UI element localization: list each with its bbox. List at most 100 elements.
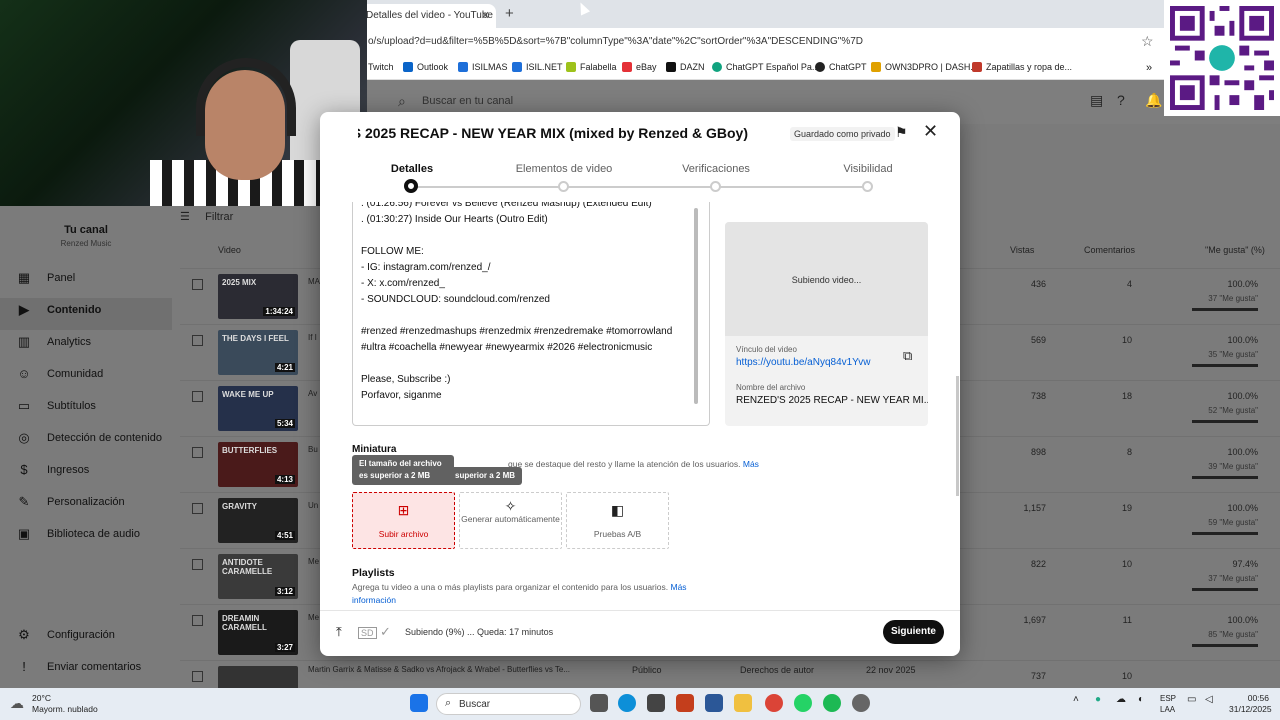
bookmark-item[interactable]: OWN3DPRO | DASH... <box>871 62 978 72</box>
bookmark-item[interactable]: Outlook <box>403 62 448 72</box>
tray-chevron-icon[interactable]: ˄ <box>1073 694 1079 705</box>
row-checkbox[interactable] <box>192 279 203 290</box>
bookmark-item[interactable]: ISILMAS <box>458 62 508 72</box>
tray-app-icon[interactable]: ◐ <box>1138 694 1144 705</box>
obs-icon[interactable] <box>852 694 870 712</box>
col-views[interactable]: Vistas <box>1010 245 1034 255</box>
video-thumbnail[interactable]: 2025 MIX 1:34:24 <box>218 274 298 319</box>
col-likes[interactable]: "Me gusta" (%) <box>1205 245 1265 255</box>
dialog-scrollbar[interactable] <box>956 376 959 496</box>
upload-file-button[interactable]: ⊞ Subir archivo <box>352 492 455 549</box>
video-title[interactable]: Av <box>308 389 317 398</box>
row-checkbox[interactable] <box>192 671 203 682</box>
browser-tab[interactable]: Detalles del video - YouTube St ✕ <box>356 4 496 28</box>
nav-biblioteca[interactable]: ▣ Biblioteca de audio <box>16 526 140 542</box>
nav-configuracion[interactable]: ⚙ Configuración <box>16 627 115 643</box>
notifications-icon[interactable]: 🔔 <box>1145 92 1162 109</box>
chrome-icon[interactable] <box>765 694 783 712</box>
video-title[interactable]: Me <box>308 613 319 622</box>
description-line: #renzed #renzedmashups #renzedmix #renze… <box>361 326 673 337</box>
ab-test-button[interactable]: ◧ Pruebas A/B <box>566 492 669 549</box>
clock[interactable]: 00:56 31/12/2025 <box>1229 693 1272 715</box>
bookmark-item[interactable]: Falabella <box>566 62 617 72</box>
close-tab-icon[interactable]: ✕ <box>481 9 490 22</box>
description-scrollbar[interactable] <box>694 208 698 404</box>
video-title[interactable]: If I <box>308 333 317 342</box>
task-view-icon[interactable] <box>590 694 608 712</box>
nav-ingresos[interactable]: $ Ingresos <box>16 462 89 477</box>
video-thumbnail[interactable]: BUTTERFLIES 4:13 <box>218 442 298 487</box>
tray-app-icon[interactable]: ● <box>1095 694 1101 705</box>
nav-analytics[interactable]: ▥ Analytics <box>16 334 91 350</box>
taskbar-search[interactable]: ⌕ Buscar <box>436 693 581 715</box>
row-checkbox[interactable] <box>192 447 203 458</box>
network-icon[interactable]: ▭ <box>1187 694 1196 705</box>
nav-personalizacion[interactable]: ✎ Personalización <box>16 494 125 510</box>
comment-icon[interactable]: ▤ <box>1090 92 1103 109</box>
row-checkbox[interactable] <box>192 559 203 570</box>
row-checkbox[interactable] <box>192 391 203 402</box>
language-indicator[interactable]: ESP LAA <box>1160 693 1176 715</box>
nav-deteccion[interactable]: ◎ Detección de contenido <box>16 430 162 446</box>
col-comments[interactable]: Comentarios <box>1084 245 1135 255</box>
nav-subtitulos[interactable]: ▭ Subtítulos <box>16 398 96 414</box>
video-thumbnail[interactable]: ANTIDOTE CARAMELLE 3:12 <box>218 554 298 599</box>
row-checkbox[interactable] <box>192 503 203 514</box>
weather-widget[interactable]: 20°C Mayorm. nublado <box>32 693 98 715</box>
video-thumbnail[interactable]: GRAVITY 4:51 <box>218 498 298 543</box>
start-icon[interactable] <box>410 694 428 712</box>
new-tab-icon[interactable]: + <box>505 5 514 22</box>
volume-icon[interactable]: ◁ <box>1205 694 1213 705</box>
bookmark-item[interactable]: eBay <box>622 62 657 72</box>
url-text[interactable]: o/s/upload?d=ud&filter=%5B%5D&sort=%7B"c… <box>368 36 863 47</box>
powerpoint-icon[interactable] <box>676 694 694 712</box>
bookmark-item[interactable]: Twitch <box>368 62 394 72</box>
video-thumbnail[interactable]: DREAMIN CARAMELL 3:27 <box>218 610 298 655</box>
filter-bar[interactable]: ☰ Filtrar <box>180 210 233 223</box>
step-checks[interactable]: Verificaciones <box>646 163 786 175</box>
weather-icon[interactable]: ☁ <box>10 695 24 712</box>
auto-generate-button[interactable]: ✧ Generar automáticamente <box>459 492 562 549</box>
video-title[interactable]: MA <box>308 277 320 286</box>
video-thumbnail[interactable]: THE DAYS I FEEL 4:21 <box>218 330 298 375</box>
feedback-icon[interactable]: ⚑ <box>895 124 908 141</box>
bookmark-item[interactable]: ChatGPT Español Pa... <box>712 62 819 72</box>
video-title[interactable]: Me <box>308 557 319 566</box>
video-title[interactable]: Un <box>308 501 318 510</box>
bookmark-item[interactable]: DAZN <box>666 62 705 72</box>
video-title[interactable]: Martin Garrix & Matisse & Sadko vs Afroj… <box>308 665 570 674</box>
copy-icon[interactable]: ⧉ <box>903 348 912 364</box>
folder-icon[interactable] <box>734 694 752 712</box>
video-link[interactable]: https://youtu.be/aNyq84v1Yvw <box>736 357 871 368</box>
whatsapp-icon[interactable] <box>794 694 812 712</box>
bookmark-item[interactable]: ChatGPT <box>815 62 867 72</box>
edge-icon[interactable] <box>618 694 636 712</box>
row-checkbox[interactable] <box>192 335 203 346</box>
word-icon[interactable] <box>705 694 723 712</box>
bookmark-item[interactable]: ISIL.NET <box>512 62 563 72</box>
step-details[interactable]: Detalles <box>342 163 482 175</box>
spotify-icon[interactable] <box>823 694 841 712</box>
thumbnail-more-link[interactable]: Más <box>743 459 759 469</box>
nav-panel[interactable]: ▦ Panel <box>16 270 75 286</box>
store-icon[interactable] <box>647 694 665 712</box>
bookmark-star-icon[interactable]: ☆ <box>1141 33 1154 50</box>
nav-contenido[interactable]: ▶ Contenido <box>16 302 101 318</box>
help-icon[interactable]: ? <box>1117 92 1125 108</box>
next-button[interactable]: Siguiente <box>883 620 944 644</box>
video-thumbnail[interactable]: WAKE ME UP 5:34 <box>218 386 298 431</box>
col-video[interactable]: Video <box>218 245 241 255</box>
bookmark-item[interactable]: Zapatillas y ropa de... <box>972 62 1072 72</box>
yape-qr-code <box>1164 0 1280 116</box>
feedback-icon: ! <box>22 659 26 674</box>
onedrive-icon[interactable]: ☁ <box>1116 694 1126 705</box>
step-video-elements[interactable]: Elementos de video <box>494 163 634 175</box>
row-checkbox[interactable] <box>192 615 203 626</box>
nav-comunidad[interactable]: ☺ Comunidad <box>16 366 103 381</box>
more-bookmarks-icon[interactable]: » <box>1146 62 1152 74</box>
close-icon[interactable]: ✕ <box>923 121 938 142</box>
nav-enviar-comentarios[interactable]: ! Enviar comentarios <box>16 659 141 674</box>
video-title[interactable]: Bu <box>308 445 318 454</box>
step-visibility[interactable]: Visibilidad <box>798 163 938 175</box>
description-textarea[interactable]: . (01:26:56) Forever vs Believe (Renzed … <box>352 202 710 426</box>
